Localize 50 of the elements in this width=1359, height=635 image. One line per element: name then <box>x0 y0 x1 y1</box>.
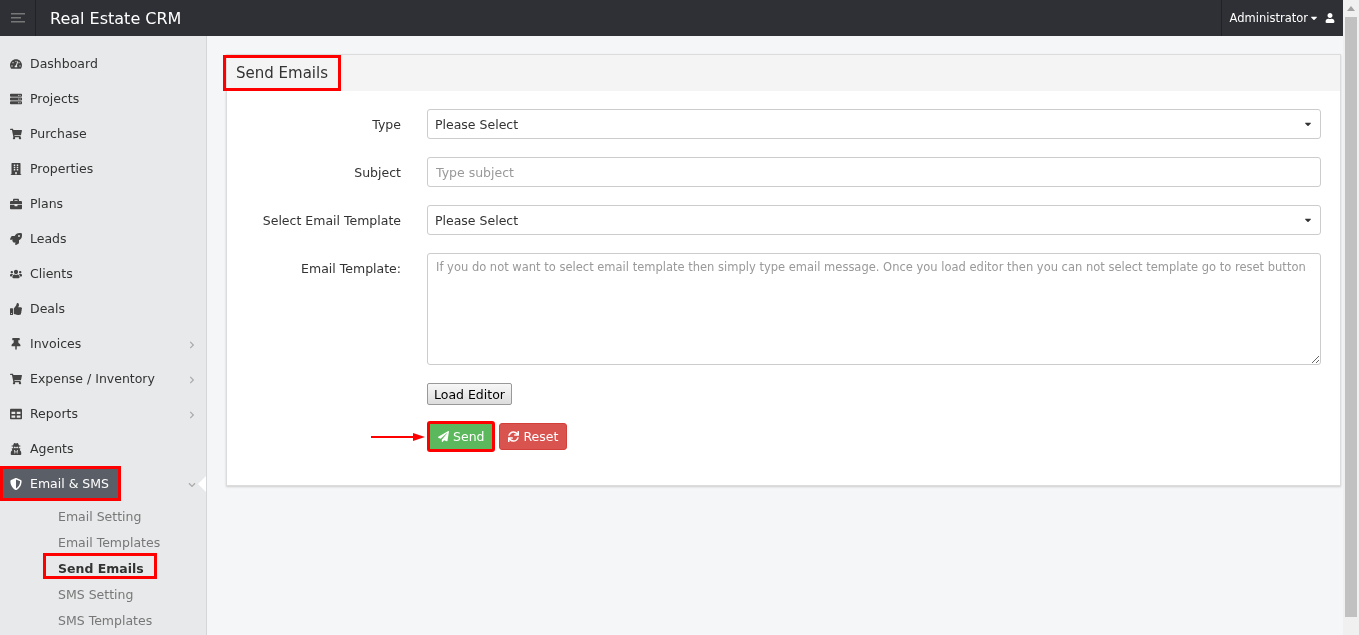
thumbs-up-icon <box>10 302 22 315</box>
submenu-item[interactable]: SMS Templates <box>43 605 166 631</box>
sidebar-item[interactable]: Expense / Inventory <box>0 361 206 396</box>
rocket-icon <box>10 232 22 245</box>
reset-button[interactable]: Reset <box>499 423 568 450</box>
users-icon <box>10 267 22 280</box>
sidebar-item[interactable]: Dashboard <box>0 46 206 81</box>
cart-icon <box>10 127 22 140</box>
agent-icon <box>10 442 22 455</box>
sidebar-item[interactable]: Properties <box>0 151 206 186</box>
building-icon <box>10 162 22 175</box>
sidebar-item[interactable]: Leads <box>0 221 206 256</box>
app-title: Real Estate CRM <box>50 8 182 28</box>
sidebar-item[interactable]: Invoices <box>0 326 206 361</box>
select-field[interactable]: Please Select <box>427 109 1321 139</box>
sidebar-item[interactable]: Clients <box>0 256 206 291</box>
sidebar-item[interactable]: Reports <box>0 396 206 431</box>
dashboard-icon <box>10 57 22 70</box>
shield-icon <box>10 477 22 490</box>
active-pointer-icon <box>198 476 206 492</box>
field-label: Subject <box>353 164 401 180</box>
sidebar-item[interactable]: Email & SMS <box>0 466 121 501</box>
textarea-field[interactable]: If you do not want to select email template then simply type email message. Once you load editor then you can not select template go to reset button <box>427 253 1321 365</box>
sidebar-item[interactable]: Deals <box>0 291 206 326</box>
table-icon <box>10 407 22 420</box>
briefcase-icon <box>10 197 22 210</box>
sidebar-item[interactable]: Purchase <box>0 116 206 151</box>
sidebar-item[interactable]: Plans <box>0 186 206 221</box>
scrollbar[interactable] <box>1343 0 1359 635</box>
submenu-item[interactable]: Email Templates <box>43 527 174 553</box>
input-field[interactable]: Type subject <box>427 157 1321 187</box>
cart-icon <box>10 372 22 385</box>
field-label: Type <box>371 116 401 132</box>
field-label: Select Email Template <box>261 212 401 228</box>
refresh-icon <box>508 431 520 442</box>
submenu-item[interactable]: SMS Setting <box>43 579 147 605</box>
select-field[interactable]: Please Select <box>427 205 1321 235</box>
submenu-item[interactable]: Send Emails <box>43 553 157 579</box>
menu-icon <box>10 13 25 23</box>
user-menu-link[interactable]: Administrator <box>1229 11 1319 25</box>
user-icon <box>1325 13 1335 23</box>
server-icon <box>10 92 22 105</box>
paper-plane-icon <box>438 431 449 442</box>
load-editor-button[interactable]: Load Editor <box>427 383 512 405</box>
sidebar-item[interactable]: Agents <box>0 431 206 466</box>
panel-title: Send Emails <box>223 55 341 91</box>
sidebar-item[interactable]: Projects <box>0 81 206 116</box>
pin-icon <box>10 337 22 350</box>
submenu-item[interactable]: Email Setting <box>43 501 155 527</box>
field-label: Email Template: <box>300 260 401 276</box>
